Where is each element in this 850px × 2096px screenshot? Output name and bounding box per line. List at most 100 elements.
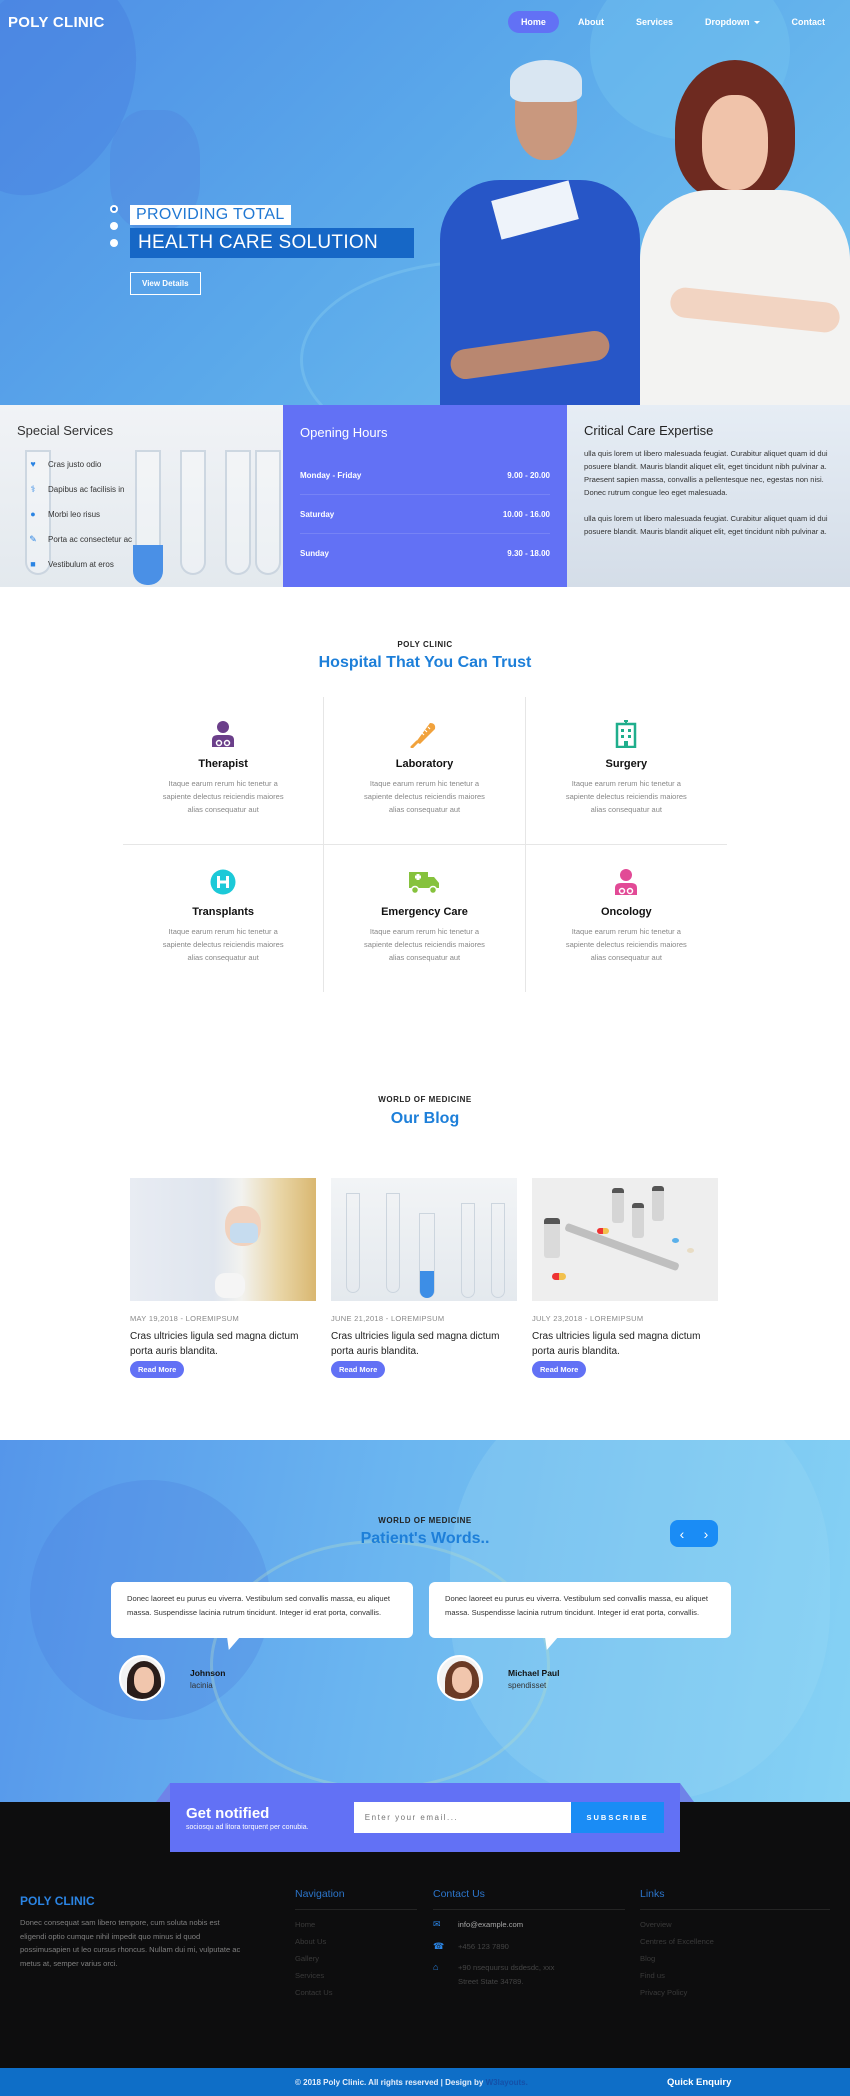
- view-details-button[interactable]: View Details: [130, 272, 201, 295]
- contact-email[interactable]: ✉ info@example.com: [433, 1918, 625, 1932]
- blog-image-syringe[interactable]: [532, 1178, 718, 1301]
- opening-hours-panel: Opening Hours Monday - Friday 9.00 - 20.0…: [283, 405, 567, 587]
- list-item: ⚕ Dapibus ac facilisis in: [27, 477, 132, 502]
- test-tube-decoration: [225, 450, 251, 575]
- service-card: Oncology Itaque earum rerum hic tenetur …: [526, 845, 727, 993]
- stethoscope-decoration: [210, 1540, 550, 1790]
- footer-link-blog[interactable]: Blog: [640, 1950, 830, 1967]
- newsletter-text: Get notified sociosqu ad litora torquent…: [186, 1805, 354, 1831]
- footer-link-centres[interactable]: Centres of Excellence: [640, 1933, 830, 1950]
- email-input[interactable]: [353, 1802, 572, 1833]
- service-card: Therapist Itaque earum rerum hic tenetur…: [123, 697, 325, 845]
- nav-dropdown[interactable]: Dropdown: [692, 11, 773, 33]
- list-item-label: Morbi leo risus: [48, 510, 101, 519]
- chevron-left-icon[interactable]: ‹: [680, 1526, 685, 1542]
- testimonial-name: Michael Paul: [508, 1668, 560, 1678]
- service-title: Transplants: [192, 905, 255, 918]
- slider-dot-3[interactable]: [110, 239, 118, 247]
- service-card: Transplants Itaque earum rerum hic tenet…: [123, 844, 325, 992]
- home-icon: ⌂: [433, 1962, 439, 1972]
- read-more-button[interactable]: Read More: [532, 1361, 587, 1378]
- blog-meta: JULY 23,2018 - LOREMIPSUM: [532, 1314, 644, 1323]
- tube-shape: [491, 1203, 505, 1298]
- tube-shape: [386, 1193, 400, 1293]
- service-card: Surgery Itaque earum rerum hic tenetur a…: [525, 697, 727, 845]
- blog-post-title[interactable]: Cras ultricies ligula sed magna dictum p…: [331, 1329, 517, 1359]
- blog-image-scientist[interactable]: [130, 1178, 316, 1301]
- therapist-icon: [123, 719, 323, 749]
- footer-link-contact[interactable]: Contact Us: [295, 1984, 417, 2001]
- nav-about[interactable]: About: [565, 11, 617, 33]
- services-subtitle: POLY CLINIC: [397, 640, 453, 649]
- footer-link-overview[interactable]: Overview: [640, 1916, 830, 1933]
- hours-time: 9.30 - 18.00: [507, 549, 550, 558]
- footer-logo[interactable]: POLY CLINIC: [20, 1894, 95, 1908]
- hours-row: Saturday 10.00 - 16.00: [300, 495, 550, 534]
- chevron-right-icon[interactable]: ›: [704, 1526, 709, 1542]
- blog-post-title[interactable]: Cras ultricies ligula sed magna dictum p…: [130, 1329, 316, 1359]
- tube-shape: [346, 1193, 360, 1293]
- avatar-face: [134, 1667, 154, 1693]
- service-title: Surgery: [605, 758, 648, 770]
- newsletter-subtitle: sociosqu ad litora torquent per conubia.: [186, 1823, 309, 1831]
- pill-shape: [552, 1273, 566, 1280]
- footer-links: Links Overview Centres of Excellence Blo…: [640, 1888, 830, 2001]
- glove-shape: [215, 1273, 245, 1298]
- nurse-face: [702, 95, 768, 190]
- nav-services[interactable]: Services: [623, 11, 686, 33]
- service-title: Laboratory: [395, 758, 454, 770]
- footer-contact: Contact Us ✉ info@example.com ☎ +456 123 7…: [433, 1888, 625, 1996]
- blog-post: JUNE 21,2018 - LOREMIPSUM Cras ultricies…: [331, 1178, 517, 1378]
- testimonials-title: Patient's Words..: [360, 1530, 490, 1547]
- hero-banner: POLY CLINIC Home About Services Dropdown…: [0, 0, 850, 405]
- footer-link-about[interactable]: About Us: [295, 1933, 417, 1950]
- nav-contact[interactable]: Contact: [779, 11, 839, 33]
- avatar-face: [452, 1667, 472, 1693]
- hero-heading-line2: HEALTH CARE SOLUTION: [130, 228, 414, 258]
- designer-link[interactable]: W3layouts.: [486, 2078, 528, 2087]
- blog-image-test-tubes[interactable]: [331, 1178, 517, 1301]
- service-text: Itaque earum rerum hic tenetur a sapient…: [364, 779, 485, 814]
- read-more-button[interactable]: Read More: [331, 1361, 386, 1378]
- thermometer-icon: [324, 719, 524, 749]
- slider-dot-1[interactable]: [110, 205, 118, 213]
- contact-address-text: +90 nsequursu dsdesdc, xxx Street State …: [458, 1963, 555, 1986]
- blog-post-title[interactable]: Cras ultricies ligula sed magna dictum p…: [532, 1329, 718, 1359]
- newsletter-wing: [156, 1783, 170, 1802]
- pills-icon: ●: [30, 509, 36, 519]
- services-grid: Therapist Itaque earum rerum hic tenetur…: [123, 697, 727, 992]
- footer-link-privacy[interactable]: Privacy Policy: [640, 1984, 830, 2001]
- slider-dots: [110, 205, 118, 247]
- testimonial-role: spendisset: [508, 1681, 547, 1690]
- read-more-button[interactable]: Read More: [130, 1361, 185, 1378]
- hours-time: 10.00 - 16.00: [502, 509, 550, 519]
- subscribe-button[interactable]: SUBSCRIBE: [571, 1802, 664, 1833]
- opening-hours-title: Opening Hours: [300, 425, 388, 440]
- footer-link-services[interactable]: Services: [295, 1967, 417, 1984]
- nav-home[interactable]: Home: [507, 11, 559, 33]
- service-text: Itaque earum rerum hic tenetur a sapient…: [162, 779, 284, 814]
- list-item: ✎ Porta ac consectetur ac: [27, 527, 132, 552]
- slider-dot-2[interactable]: [110, 222, 118, 230]
- caret-down-icon: [753, 21, 760, 25]
- service-title: Emergency Care: [381, 905, 468, 918]
- footer-link-gallery[interactable]: Gallery: [295, 1950, 417, 1967]
- heart-icon: ♥: [30, 459, 36, 469]
- site-logo[interactable]: POLY CLINIC: [8, 14, 105, 31]
- list-item-label: Porta ac consectetur ac: [48, 535, 133, 544]
- quick-enquiry-button[interactable]: Quick Enquiry: [667, 2077, 731, 2088]
- footer-link-home[interactable]: Home: [295, 1916, 417, 1933]
- service-card: Emergency Care Itaque earum rerum hic te…: [324, 844, 526, 992]
- avatar: [119, 1655, 165, 1701]
- footer-links-title: Links: [640, 1888, 830, 1910]
- syringe-shape: [564, 1222, 680, 1272]
- service-text: Itaque earum rerum hic tenetur a sapient…: [364, 926, 485, 962]
- hours-row: Sunday 9.30 - 18.00: [300, 534, 550, 573]
- blog-post: JULY 23,2018 - LOREMIPSUM Cras ultricies…: [532, 1178, 718, 1378]
- newsletter-wing: [680, 1783, 694, 1802]
- vial-shape: [544, 1218, 560, 1258]
- footer-link-find-us[interactable]: Find us: [640, 1967, 830, 1984]
- contact-phone-text: +456 123 7890: [458, 1941, 509, 1951]
- blog-meta: MAY 19,2018 - LOREMIPSUM: [130, 1314, 240, 1323]
- doctor-icon: ⚕: [30, 484, 36, 494]
